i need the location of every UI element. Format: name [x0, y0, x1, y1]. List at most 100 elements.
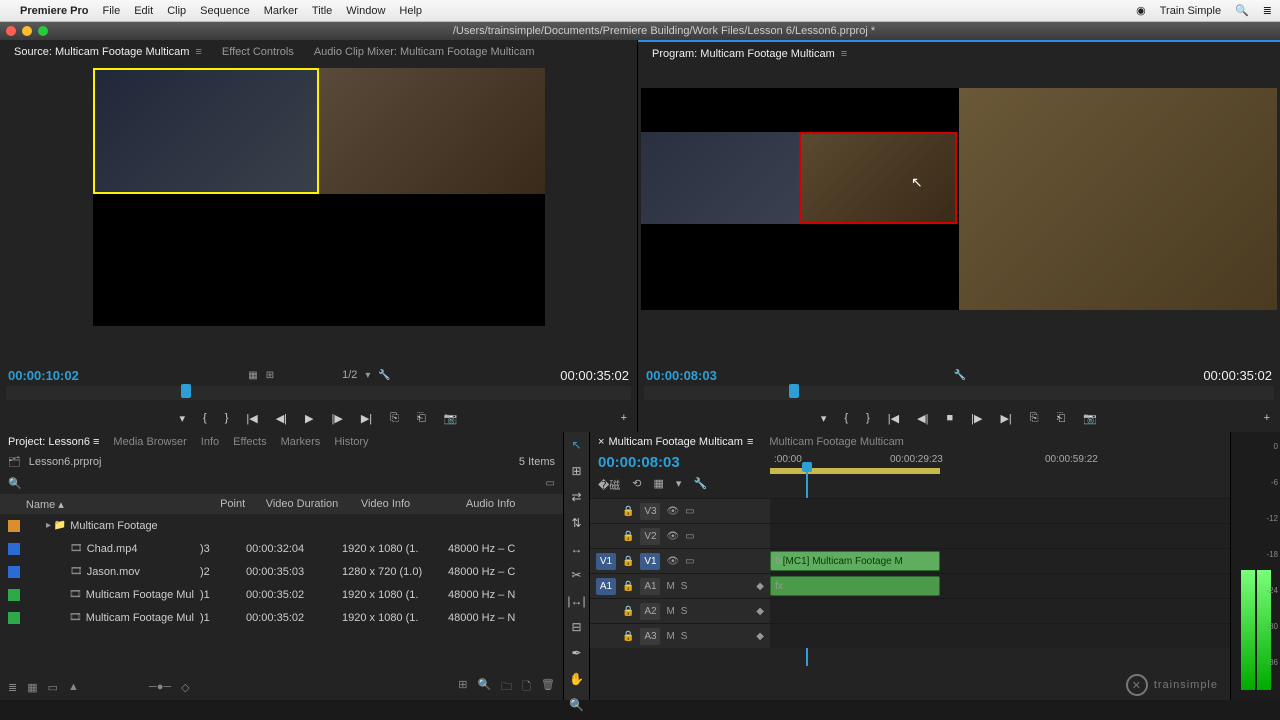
menu-extras-icon[interactable]: ≣: [1263, 4, 1272, 17]
mark-out-icon[interactable]: {: [844, 412, 848, 424]
ripple-tool-icon[interactable]: ⇄: [571, 490, 581, 504]
lock-icon[interactable]: 🔒: [622, 606, 634, 617]
zoom-tool-icon[interactable]: 🔍: [569, 698, 584, 712]
extract-icon[interactable]: ⎗: [1057, 412, 1066, 425]
lift-icon[interactable]: ⎘: [1030, 412, 1039, 425]
sync-lock-icon[interactable]: ▭: [685, 506, 694, 517]
label-chip[interactable]: [8, 543, 20, 555]
eye-icon[interactable]: 👁: [666, 506, 679, 517]
tab-program[interactable]: Program: Multicam Footage Multicam≡: [642, 42, 857, 66]
step-back-icon[interactable]: ◀|: [276, 412, 287, 425]
search-icon[interactable]: 🔍: [8, 477, 22, 490]
list-view-icon[interactable]: ≣: [8, 681, 17, 694]
marker-icon[interactable]: ▾: [676, 477, 682, 493]
button-editor-icon[interactable]: +: [1264, 412, 1270, 424]
menu-window[interactable]: Window: [346, 5, 385, 17]
project-row[interactable]: 🎞Multicam Footage Mul )1 00:00:35:02 192…: [0, 606, 563, 629]
mark-clip-icon[interactable]: }: [866, 412, 870, 424]
track-target[interactable]: A2: [640, 603, 660, 620]
audio-track-header[interactable]: 🔒A2MS◆: [590, 598, 770, 623]
tab-project[interactable]: Project: Lesson6 ≡: [8, 436, 99, 448]
track-lane[interactable]: fx [MC1] Multicam Footage M: [770, 548, 1230, 573]
mute-icon[interactable]: M: [666, 631, 674, 642]
timeline-tab-active[interactable]: × Multicam Footage Multicam ≡: [598, 436, 753, 448]
solo-icon[interactable]: S: [681, 606, 688, 617]
step-back-icon[interactable]: ◀|: [917, 412, 928, 425]
label-chip[interactable]: [8, 566, 20, 578]
close-icon[interactable]: ×: [598, 436, 604, 448]
menu-file[interactable]: File: [102, 5, 120, 17]
track-target[interactable]: V3: [640, 503, 660, 520]
lock-icon[interactable]: 🔒: [622, 531, 634, 542]
mute-icon[interactable]: M: [666, 581, 674, 592]
add-marker-icon[interactable]: ▦: [654, 477, 664, 493]
selection-tool-icon[interactable]: ↖: [571, 438, 581, 452]
source-multicam-icon[interactable]: ⊞: [266, 370, 274, 381]
project-row[interactable]: ▸ 📁Multicam Footage: [0, 514, 563, 537]
sync-lock-icon[interactable]: ▭: [685, 556, 694, 567]
audio-track-header[interactable]: 🔒A3MS◆: [590, 623, 770, 648]
tab-info[interactable]: Info: [201, 436, 219, 448]
menu-help[interactable]: Help: [399, 5, 422, 17]
new-bin-icon[interactable]: 🗀: [501, 678, 512, 697]
track-source-patch[interactable]: V1: [596, 553, 616, 570]
menu-marker[interactable]: Marker: [264, 5, 298, 17]
project-row[interactable]: 🎞Chad.mp4 )3 00:00:32:04 1920 x 1080 (1.…: [0, 537, 563, 560]
track-lane[interactable]: [770, 623, 1230, 648]
program-viewer[interactable]: ↖: [638, 66, 1280, 364]
tab-menu-icon[interactable]: ≡: [841, 48, 847, 60]
audio-clip[interactable]: fx: [770, 576, 940, 596]
label-chip[interactable]: [8, 520, 20, 532]
wrench-icon[interactable]: 🔧: [378, 370, 390, 381]
project-row[interactable]: 🎞Multicam Footage Mul )1 00:00:35:02 192…: [0, 583, 563, 606]
multicam-angle-2[interactable]: [319, 68, 545, 194]
eye-icon[interactable]: 👁: [666, 531, 679, 542]
program-multicam-angle-1[interactable]: [641, 132, 799, 224]
lock-icon[interactable]: 🔒: [622, 506, 634, 517]
trash-icon[interactable]: 🗑: [541, 678, 555, 697]
menu-title[interactable]: Title: [312, 5, 332, 17]
lock-icon[interactable]: 🔒: [622, 581, 634, 592]
program-multicam-angle-2[interactable]: ↖: [799, 132, 957, 224]
track-lane[interactable]: [770, 498, 1230, 523]
source-viewer[interactable]: [0, 64, 637, 364]
mark-out-icon[interactable]: {: [203, 412, 207, 424]
insert-icon[interactable]: ⎘: [390, 412, 399, 425]
source-zoom-level[interactable]: 1/2: [342, 369, 357, 381]
goto-out-icon[interactable]: ▶|: [1000, 412, 1011, 425]
timeline-tc[interactable]: 00:00:08:03: [590, 452, 770, 473]
icon-view-icon[interactable]: ▦: [27, 681, 37, 694]
source-scrubber[interactable]: [6, 386, 631, 400]
label-chip[interactable]: [8, 612, 20, 624]
export-frame-icon[interactable]: 📷: [1083, 412, 1097, 425]
cc-icon[interactable]: ◉: [1136, 4, 1146, 17]
track-lane[interactable]: [770, 598, 1230, 623]
menu-clip[interactable]: Clip: [167, 5, 186, 17]
chevron-down-icon[interactable]: ▾: [365, 370, 370, 381]
video-track-header[interactable]: 🔒 V3 👁 ▭: [590, 498, 770, 523]
video-track-header[interactable]: V1🔒V1👁▭: [590, 548, 770, 573]
track-lane[interactable]: [770, 523, 1230, 548]
source-safe-margins-icon[interactable]: ▦: [248, 370, 257, 381]
window-minimize-button[interactable]: [22, 26, 32, 36]
label-chip[interactable]: [8, 589, 20, 601]
account-name[interactable]: Train Simple: [1160, 5, 1221, 17]
wrench-icon[interactable]: 🔧: [954, 370, 966, 381]
freeform-view-icon[interactable]: ▭: [48, 681, 58, 694]
hand-tool-icon[interactable]: ✋: [569, 672, 584, 686]
mute-icon[interactable]: M: [666, 606, 674, 617]
sync-lock-icon[interactable]: ▭: [685, 531, 694, 542]
project-column-header[interactable]: Name ▴ Point Video Duration Video Info A…: [0, 494, 563, 514]
solo-icon[interactable]: S: [681, 581, 688, 592]
play-icon[interactable]: ▶: [305, 412, 313, 425]
goto-in-icon[interactable]: |◀: [888, 412, 899, 425]
lock-icon[interactable]: 🔒: [622, 556, 634, 567]
tab-markers[interactable]: Markers: [281, 436, 321, 448]
track-target[interactable]: A1: [640, 578, 660, 595]
snap-icon[interactable]: �磁: [598, 477, 620, 493]
audio-track-header[interactable]: A1🔒A1MS◆: [590, 573, 770, 598]
track-target[interactable]: V1: [640, 553, 660, 570]
pen-tool-icon[interactable]: ✒: [571, 646, 581, 660]
work-area-bar[interactable]: [770, 468, 940, 474]
track-lane[interactable]: fx: [770, 573, 1230, 598]
